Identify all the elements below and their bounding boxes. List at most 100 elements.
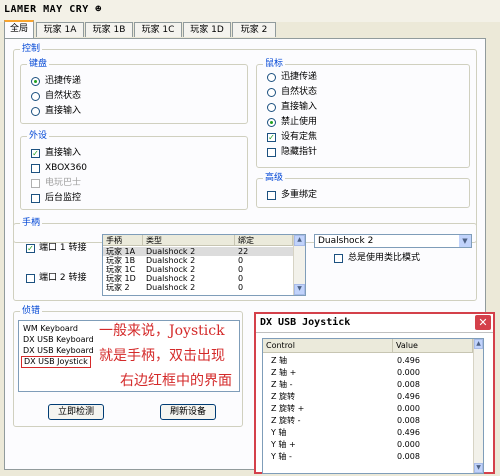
mouse-label-hide: 隐藏指针: [281, 147, 318, 157]
row-type: Dualshock 2: [146, 283, 196, 292]
mouse-radio-direct[interactable]: [267, 103, 276, 112]
close-icon[interactable]: ✕: [475, 315, 491, 330]
detect-button[interactable]: 立即检测: [48, 404, 104, 420]
advanced-check-multibind[interactable]: [267, 191, 276, 200]
device-select[interactable]: Dualshock 2 ▼: [314, 234, 472, 248]
port1-check[interactable]: ✓: [26, 244, 35, 253]
row-value: 0.496: [397, 392, 420, 401]
column-header-value[interactable]: Value: [393, 339, 473, 353]
row-pad: 玩家 1C: [106, 265, 136, 274]
tab-global[interactable]: 全局: [4, 20, 34, 38]
gamepad-list-scrollbar[interactable]: ▲ ▼: [293, 235, 305, 295]
tab-player-2[interactable]: 玩家 2: [232, 22, 276, 37]
list-item[interactable]: DX USB Keyboard: [23, 347, 94, 355]
mouse-group: 鼠标 迅捷传递 自然状态 直接输入 禁止使用 ✓ 设有定焦 隐藏指针: [256, 59, 470, 168]
row-value: 0.008: [397, 416, 420, 425]
keyboard-option-direct: 直接输入: [45, 106, 82, 116]
annotation-line-2: 就是手柄，双击出现: [99, 348, 225, 364]
mouse-option-natural: 自然状态: [281, 87, 318, 97]
row-bind: 0: [238, 274, 244, 283]
keyboard-radio-natural[interactable]: [31, 92, 40, 101]
list-item-selected[interactable]: DX USB Joystick: [21, 356, 91, 368]
joystick-controls-list[interactable]: Control Value Z 轴 0.496 Z 轴 + 0.000 Z 轴 …: [262, 338, 484, 474]
peripheral-check-monitor[interactable]: [31, 194, 40, 203]
row-value: 0.000: [397, 368, 420, 377]
row-value: 0.008: [397, 452, 420, 461]
row-control: Y 轴 -: [271, 452, 292, 461]
peripheral-check-xbox360[interactable]: [31, 164, 40, 173]
row-value: 0.000: [397, 440, 420, 449]
column-header-type[interactable]: 类型: [143, 235, 235, 246]
row-control: Z 旋转: [271, 392, 296, 401]
keyboard-legend: 键盘: [27, 59, 50, 69]
list-item[interactable]: DX USB Keyboard: [23, 336, 94, 344]
chevron-down-icon[interactable]: ▼: [459, 235, 471, 247]
mouse-check-hide[interactable]: [267, 148, 276, 157]
peripheral-label-xbox360: XBOX360: [45, 163, 88, 173]
row-value: 0.000: [397, 404, 420, 413]
row-bind: 0: [238, 283, 244, 292]
row-type: Dualshock 2: [146, 256, 196, 265]
keyboard-radio-fast[interactable]: [31, 77, 40, 86]
annotation-line-3: 右边红框中的界面: [120, 373, 232, 389]
mouse-radio-disabled[interactable]: [267, 118, 276, 127]
advanced-group: 高级 多重绑定: [256, 173, 470, 208]
scroll-up-icon[interactable]: ▲: [294, 235, 305, 246]
column-header-bind[interactable]: 绑定: [235, 235, 293, 246]
refresh-button[interactable]: 刷新设备: [160, 404, 216, 420]
row-control: Y 轴: [271, 428, 287, 437]
row-control: Z 轴 -: [271, 380, 293, 389]
column-header-control[interactable]: Control: [263, 339, 393, 353]
advanced-legend: 高级: [263, 173, 286, 183]
peripheral-label-tgbus: 电玩巴士: [45, 178, 82, 188]
row-value: 0.496: [397, 356, 420, 365]
keyboard-option-natural: 自然状态: [45, 91, 82, 101]
port2-check[interactable]: [26, 274, 35, 283]
row-value: 0.008: [397, 380, 420, 389]
tab-player-1a[interactable]: 玩家 1A: [36, 22, 84, 37]
row-pad: 玩家 2: [106, 283, 130, 292]
row-bind: 22: [238, 247, 249, 256]
tab-player-1c[interactable]: 玩家 1C: [134, 22, 182, 37]
mouse-option-direct: 直接输入: [281, 102, 318, 112]
advanced-label-multibind: 多重绑定: [281, 190, 318, 200]
control-legend: 控制: [20, 44, 43, 54]
peripheral-label-direct: 直接输入: [45, 148, 82, 158]
annotation-line-1: 一般来说，Joystick: [99, 323, 225, 339]
row-bind: 0: [238, 256, 244, 265]
port1-label: 端口 1 转接: [39, 243, 87, 253]
port2-label: 端口 2 转接: [39, 273, 87, 283]
row-pad: 玩家 1D: [106, 274, 136, 283]
scroll-up-icon[interactable]: ▲: [474, 339, 483, 349]
column-header-pad[interactable]: 手柄: [103, 235, 143, 246]
peripheral-group: 外设 ✓ 直接输入 XBOX360 电玩巴士 后台监控: [20, 131, 248, 210]
always-analog-check[interactable]: [334, 254, 343, 263]
peripheral-check-direct[interactable]: ✓: [31, 149, 40, 158]
gamepad-list[interactable]: 手柄 类型 绑定 玩家 1A Dualshock 2 22 玩家 1B Dual…: [102, 234, 306, 296]
row-control: Z 轴 +: [271, 368, 297, 377]
device-select-value: Dualshock 2: [318, 236, 374, 246]
scroll-down-icon[interactable]: ▼: [474, 463, 483, 473]
row-pad: 玩家 1A: [106, 247, 136, 256]
peripheral-check-tgbus: [31, 179, 40, 188]
row-type: Dualshock 2: [146, 247, 196, 256]
row-value: 0.496: [397, 428, 420, 437]
keyboard-group: 键盘 迅捷传递 自然状态 直接输入: [20, 59, 248, 124]
row-control: Z 旋转 -: [271, 416, 301, 425]
list-item[interactable]: WM Keyboard: [23, 325, 78, 333]
mouse-label-focus: 设有定焦: [281, 132, 318, 142]
scroll-down-icon[interactable]: ▼: [294, 284, 305, 295]
mouse-radio-fast[interactable]: [267, 73, 276, 82]
control-group: 控制 键盘 迅捷传递 自然状态 直接输入 外设 ✓ 直接输入 XBOX360 电…: [13, 44, 477, 243]
keyboard-option-fast: 迅捷传递: [45, 76, 82, 86]
joystick-list-scrollbar[interactable]: ▲ ▼: [473, 339, 483, 473]
window-title: LAMER MAY CRY ☻: [4, 4, 102, 15]
tab-player-1b[interactable]: 玩家 1B: [85, 22, 133, 37]
tab-player-1d[interactable]: 玩家 1D: [183, 22, 231, 37]
joystick-title: DX USB Joystick: [260, 317, 351, 328]
mouse-option-fast: 迅捷传递: [281, 72, 318, 82]
keyboard-radio-direct[interactable]: [31, 107, 40, 116]
mouse-check-focus[interactable]: ✓: [267, 133, 276, 142]
peripheral-label-monitor: 后台监控: [45, 193, 82, 203]
mouse-radio-natural[interactable]: [267, 88, 276, 97]
